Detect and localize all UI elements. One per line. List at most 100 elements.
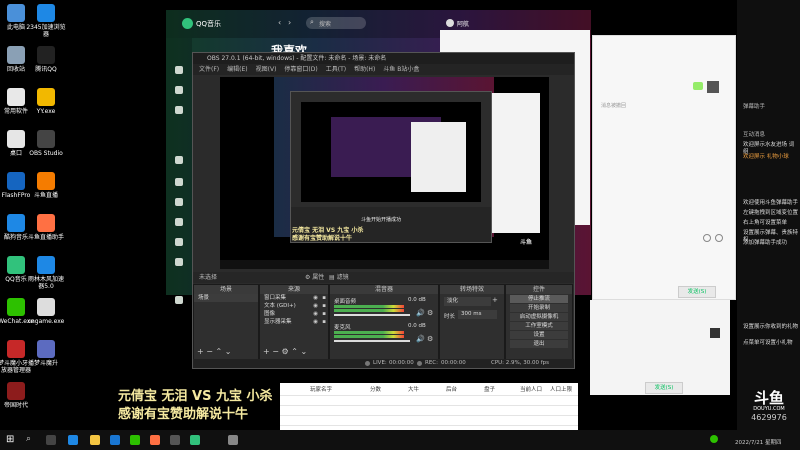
rec-indicator-icon <box>417 361 422 366</box>
control-button[interactable]: 退出 <box>510 340 568 348</box>
obs-menu-item[interactable]: 帮助(H) <box>354 66 375 73</box>
control-button[interactable]: 启动虚拟摄像机 <box>510 313 568 321</box>
obs-menu-item[interactable]: 工具(T) <box>326 66 346 73</box>
sheet-header-cell[interactable]: 分数 <box>370 385 381 393</box>
scenes-dock[interactable]: 场景 场景 + − ⌃ ⌄ <box>193 284 259 361</box>
eye-icon[interactable]: ◉ <box>313 302 318 310</box>
desktop-icon[interactable]: 斗鱼直播 <box>26 172 66 199</box>
desktop-icon[interactable]: OBS Studio <box>26 130 66 157</box>
wechat-window-2[interactable]: 发送(S) <box>590 300 730 395</box>
send-button-2[interactable]: 发送(S) <box>645 382 683 394</box>
source-item[interactable]: 显示器采集 ◉ ▪ <box>260 318 328 326</box>
lock-icon[interactable]: ▪ <box>322 302 326 310</box>
source-item[interactable]: 文本 (GDI+) ◉ ▪ <box>260 302 328 310</box>
lock-icon[interactable]: ▪ <box>322 294 326 302</box>
emoji-icon[interactable] <box>703 234 711 242</box>
mic-gear-icon[interactable]: ⚙ <box>427 335 433 343</box>
download-icon[interactable] <box>175 198 183 206</box>
video-icon[interactable] <box>175 86 183 94</box>
local-music-icon[interactable] <box>175 178 183 186</box>
source-add-icon[interactable]: + − ⚙ ⌃ ⌄ <box>263 347 307 356</box>
obs-menu-item[interactable]: 文件(F) <box>199 66 219 73</box>
mic-mute-icon[interactable]: 🔊 <box>416 335 425 343</box>
douyu-danmu-panel[interactable]: 弹幕助手 互动消息 欢迎屏示水友进场 词组 欢迎屏示 礼物小球 欢迎使用斗鱼弹幕助手 左键… <box>737 0 800 430</box>
send-button[interactable]: 发送(S) <box>678 286 716 298</box>
forward-arrow-icon[interactable]: › <box>288 18 291 27</box>
qq-music-sidebar <box>166 38 192 304</box>
desktop-icon[interactable]: 梦斗魔升 <box>26 340 66 367</box>
mic-volume-slider[interactable] <box>334 340 410 342</box>
obs-menu-item[interactable]: 视图(V) <box>256 66 277 73</box>
control-button[interactable]: 设置 <box>510 331 568 339</box>
sheet-header-cell[interactable]: 后台 <box>446 385 457 393</box>
obs-menu-item[interactable]: 停靠窗口(D) <box>284 66 317 73</box>
control-button[interactable]: 停止推流 <box>510 295 568 303</box>
qq-music-task-icon[interactable] <box>190 435 200 445</box>
obs-preview[interactable]: 斗鱼开始开播成功 元倩宝 无泪 VS 九宝 小杀 感谢有宝赞助解说十牛 斗鱼 <box>220 77 549 269</box>
obs-task-icon[interactable] <box>170 435 180 445</box>
eye-icon[interactable]: ◉ <box>313 294 318 302</box>
transition-select[interactable]: 淡化 <box>444 297 491 306</box>
sheet-header-cell[interactable]: 当前人口 <box>520 385 542 393</box>
task-search-icon[interactable]: ⌕ <box>26 434 31 444</box>
app-task-icon[interactable] <box>228 435 238 445</box>
file-explorer-icon[interactable] <box>90 435 100 445</box>
desktop-volume-slider[interactable] <box>334 314 410 316</box>
desktop-icon[interactable]: 帝国时代 <box>0 382 36 409</box>
settings-icon[interactable] <box>175 296 183 304</box>
douyu-task-icon[interactable] <box>150 435 160 445</box>
edge-browser-icon[interactable] <box>68 435 78 445</box>
radio-icon[interactable] <box>175 106 183 114</box>
obs-menu-item[interactable]: 斗鱼 B站小盒 <box>383 66 419 73</box>
desktop-mute-icon[interactable]: 🔊 <box>416 309 425 317</box>
avatar[interactable] <box>446 19 454 27</box>
filters-button[interactable]: ▤ 滤镜 <box>329 272 349 283</box>
wechat-task-icon[interactable] <box>130 435 140 445</box>
back-arrow-icon[interactable]: ‹ <box>278 18 281 27</box>
mixer-dock[interactable]: 混音器 桌面音频 0.0 dB 🔊 ⚙ 麦克风 0.0 dB 🔊 ⚙ <box>329 284 439 361</box>
wechat-window[interactable]: 消息被撤回 发送(S) <box>592 35 736 300</box>
lock-icon[interactable]: ▪ <box>322 318 326 326</box>
transition-add-icon[interactable]: + <box>492 296 498 304</box>
eye-icon[interactable]: ◉ <box>313 318 318 326</box>
sources-dock[interactable]: 来源 窗口采集 ◉ ▪ 文本 (GDI+) ◉ ▪ 图像 ◉ ▪ 显示器采集 ◉ ▪ + − ⚙ ⌃ … <box>259 284 329 361</box>
desktop-icon[interactable]: 腾讯QQ <box>26 46 66 73</box>
music-hall-icon[interactable] <box>175 66 183 74</box>
2345-browser-icon[interactable] <box>110 435 120 445</box>
more-icon[interactable] <box>715 234 723 242</box>
properties-button[interactable]: ⚙ 属性 <box>305 272 324 283</box>
duration-input[interactable]: 300 ms <box>458 310 497 319</box>
desktop-icon[interactable]: YY.exe <box>26 88 66 115</box>
obs-menu-item[interactable]: 编辑(E) <box>227 66 247 73</box>
control-button[interactable]: 工作室模式 <box>510 322 568 330</box>
transitions-dock[interactable]: 转场特效 淡化 + 时长 300 ms <box>439 284 505 361</box>
obs-window[interactable]: OBS 27.0.1 (64-bit, windows) - 配置文件: 未命名… <box>192 52 575 369</box>
source-item[interactable]: 图像 ◉ ▪ <box>260 310 328 318</box>
source-item[interactable]: 窗口采集 ◉ ▪ <box>260 294 328 302</box>
desktop-icon[interactable]: 雨林木风加速器5.0 <box>26 256 66 290</box>
tray-date[interactable]: 2022/7/21 星期四 <box>735 438 781 446</box>
task-view-icon[interactable] <box>46 435 56 445</box>
scene-item[interactable]: 场景 <box>194 294 258 302</box>
sheet-header-cell[interactable]: 人口上限 <box>550 385 572 393</box>
controls-dock[interactable]: 控件 停止推流 开始录制 启动虚拟摄像机 工作室模式 设置 退出 <box>505 284 573 361</box>
qq-music-search-input[interactable]: ⌕ 搜索 <box>306 17 366 29</box>
lock-icon[interactable]: ▪ <box>322 310 326 318</box>
radio-list-icon[interactable] <box>175 258 183 266</box>
control-button[interactable]: 开始录制 <box>510 304 568 312</box>
playlist-icon[interactable] <box>175 238 183 246</box>
sheet-header-cell[interactable]: 盘子 <box>484 385 495 393</box>
tray-wechat-icon[interactable] <box>710 435 718 443</box>
desktop-icon[interactable]: 2345加速浏览器 <box>26 4 66 38</box>
username[interactable]: 阿航 <box>457 19 469 28</box>
scene-add-icon[interactable]: + − ⌃ ⌄ <box>197 347 231 356</box>
sheet-header-cell[interactable]: 大牛 <box>408 385 419 393</box>
desktop-gear-icon[interactable]: ⚙ <box>427 309 433 317</box>
eye-icon[interactable]: ◉ <box>313 310 318 318</box>
desktop-icon[interactable]: cngame.exe <box>26 298 66 325</box>
windows-start-icon[interactable]: ⊞ <box>6 434 14 445</box>
sheet-header-cell[interactable]: 玩家名字 <box>310 385 332 393</box>
recent-icon[interactable] <box>175 218 183 226</box>
desktop-icon[interactable]: 斗鱼直播助手 <box>26 214 66 241</box>
like-icon[interactable] <box>175 156 183 164</box>
